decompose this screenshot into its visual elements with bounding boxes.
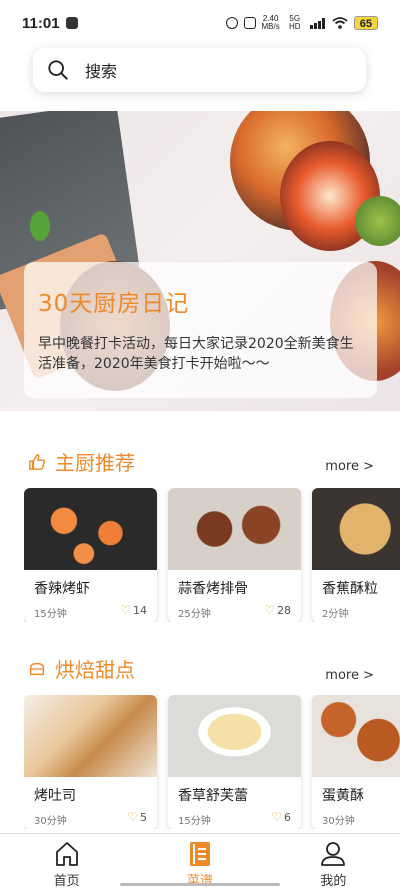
- mute-icon: [243, 17, 256, 29]
- recipe-name: 香蕉酥粒: [322, 581, 378, 597]
- recipe-name: 烤吐司: [34, 788, 76, 804]
- bread-icon: [29, 662, 45, 676]
- recipe-time: 2分钟: [322, 609, 349, 620]
- heart-icon: ♡: [264, 603, 275, 617]
- section-title: 烘焙甜点: [55, 658, 135, 682]
- recipe-image: [168, 695, 301, 777]
- like-count[interactable]: ♡ 28: [264, 603, 291, 617]
- status-indicators: 2.40 MB/s 5G HD 65: [225, 14, 378, 31]
- recipe-card-list: 烤吐司 30分钟 ♡ 5 香草舒芙蕾 15分钟 ♡ 6 蛋黄酥 30分钟: [24, 695, 400, 829]
- recipe-time: 30分钟: [34, 816, 67, 827]
- heart-icon: ♡: [127, 810, 138, 824]
- recipe-image: [24, 695, 157, 777]
- recipe-name: 香草舒芙蕾: [178, 788, 248, 804]
- like-value: 28: [277, 603, 291, 617]
- recipe-card[interactable]: 香草舒芙蕾 15分钟 ♡ 6: [168, 695, 301, 829]
- section-header: 主厨推荐 more >: [0, 445, 400, 485]
- like-value: 5: [140, 810, 147, 824]
- banner-decoration: [30, 211, 50, 241]
- heart-icon: ♡: [120, 603, 131, 617]
- like-count[interactable]: ♡ 5: [127, 810, 147, 824]
- bottom-tab-bar: 首页 菜谱 我的: [0, 833, 400, 889]
- search-input[interactable]: 搜索: [85, 58, 117, 82]
- status-bar: 11:01 2.40 MB/s 5G HD 65: [0, 0, 400, 46]
- banner-card[interactable]: 30天厨房日记 早中晚餐打卡活动，每日大家记录2020全新美食生活准备，2020…: [24, 262, 377, 398]
- banner-title: 30天厨房日记: [38, 291, 190, 317]
- search-bar[interactable]: 搜索: [33, 48, 366, 92]
- network-type: 5G HD: [288, 14, 301, 31]
- recipe-name: 蛋黄酥: [322, 788, 364, 804]
- like-value: 6: [284, 810, 291, 824]
- recipe-image: [312, 695, 400, 777]
- more-link[interactable]: more >: [325, 668, 374, 683]
- tab-home[interactable]: 首页: [0, 834, 133, 889]
- message-notification-icon: [65, 17, 78, 29]
- tab-label: 我的: [320, 874, 347, 889]
- wifi-icon: [332, 17, 348, 29]
- section-title: 主厨推荐: [55, 451, 135, 475]
- recipe-name: 香辣烤虾: [34, 581, 90, 597]
- signal-icon: [309, 17, 326, 29]
- more-link[interactable]: more >: [325, 459, 374, 474]
- section-header: 烘焙甜点 more >: [0, 652, 400, 692]
- recipe-book-icon: [189, 842, 210, 866]
- thumbs-up-icon: [29, 454, 46, 470]
- recipe-time: 15分钟: [178, 816, 211, 827]
- recipe-time: 15分钟: [34, 609, 67, 620]
- recipe-time: 30分钟: [322, 816, 355, 827]
- home-indicator[interactable]: [120, 883, 280, 886]
- alarm-icon: [225, 17, 238, 29]
- like-value: 14: [133, 603, 147, 617]
- recipe-card[interactable]: 蒜香烤排骨 25分钟 ♡ 28: [168, 488, 301, 622]
- section-chef-recommend: 主厨推荐 more >: [0, 445, 400, 485]
- like-count[interactable]: ♡ 6: [271, 810, 291, 824]
- recipe-card[interactable]: 香蕉酥粒 2分钟: [312, 488, 400, 622]
- recipe-card[interactable]: 烤吐司 30分钟 ♡ 5: [24, 695, 157, 829]
- recipe-image: [168, 488, 301, 570]
- status-time: 11:01: [22, 14, 60, 32]
- battery-indicator: 65: [353, 16, 378, 30]
- recipe-card[interactable]: 香辣烤虾 15分钟 ♡ 14: [24, 488, 157, 622]
- recipe-image: [24, 488, 157, 570]
- recipe-time: 25分钟: [178, 609, 211, 620]
- banner-description: 早中晚餐打卡活动，每日大家记录2020全新美食生活准备，2020年美食打卡开始啦…: [38, 336, 354, 372]
- network-speed-unit: MB/s: [261, 22, 280, 31]
- search-icon: [48, 60, 68, 80]
- user-icon: [321, 842, 346, 866]
- heart-icon: ♡: [271, 810, 282, 824]
- tab-recipes[interactable]: 菜谱: [133, 834, 266, 889]
- recipe-image: [312, 488, 400, 570]
- banner-decoration: [355, 196, 400, 246]
- network-speed: 2.40 MB/s: [262, 15, 280, 31]
- tab-profile[interactable]: 我的: [267, 834, 400, 889]
- like-count[interactable]: ♡ 14: [120, 603, 147, 617]
- home-icon: [55, 842, 78, 866]
- tab-label: 首页: [53, 874, 80, 889]
- tab-label: 菜谱: [186, 874, 213, 889]
- section-baking-dessert: 烘焙甜点 more >: [0, 652, 400, 692]
- recipe-name: 蒜香烤排骨: [178, 581, 248, 597]
- recipe-card-list: 香辣烤虾 15分钟 ♡ 14 蒜香烤排骨 25分钟 ♡ 28 香蕉酥粒 2分钟: [24, 488, 400, 622]
- recipe-card[interactable]: 蛋黄酥 30分钟: [312, 695, 400, 829]
